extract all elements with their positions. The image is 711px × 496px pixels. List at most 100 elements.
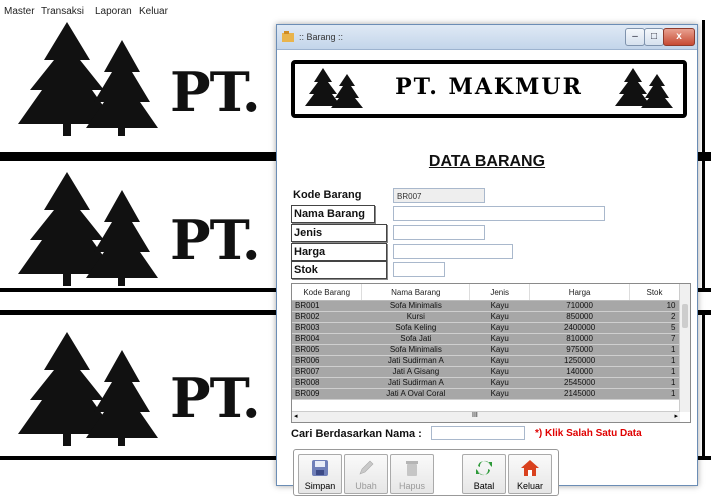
table-row[interactable]: BR007 Jati A Gisang Kayu 140000 1 (292, 366, 680, 378)
window-titlebar[interactable]: :: Barang :: – □ x (277, 25, 697, 50)
cell: Kayu (469, 355, 530, 367)
pencil-icon (359, 460, 374, 475)
jenis-label: Jenis (291, 224, 387, 242)
cell: BR003 (292, 322, 362, 334)
cell: BR006 (292, 355, 362, 367)
cell: 2145000 (529, 388, 630, 400)
search-label: Cari Berdasarkan Nama : (291, 428, 422, 440)
search-input[interactable] (431, 426, 525, 440)
batal-button[interactable]: Batal (462, 454, 506, 494)
menu-laporan[interactable]: Laporan (95, 6, 132, 17)
cell: Jati A Oval Coral (361, 388, 470, 400)
keluar-button[interactable]: Keluar (508, 454, 552, 494)
cell: BR004 (292, 333, 362, 345)
col-harga[interactable]: Harga (529, 284, 631, 301)
table-row[interactable]: BR001 Sofa Minimalis Kayu 710000 10 (292, 300, 680, 312)
hapus-label: Hapus (398, 481, 425, 491)
cell: Jati Sudirman A (361, 355, 470, 367)
nama-barang-field[interactable] (393, 206, 605, 221)
cell: Sofa Keling (361, 322, 470, 334)
table-row[interactable]: BR002 Kursi Kayu 850000 2 (292, 311, 680, 323)
maximize-button[interactable]: □ (644, 28, 664, 46)
banner-pt-text: PT. (170, 208, 261, 272)
scroll-thumb[interactable] (682, 304, 688, 328)
table-row[interactable]: BR004 Sofa Jati Kayu 810000 7 (292, 333, 680, 345)
close-button[interactable]: x (663, 28, 695, 46)
cell: 2 (629, 311, 680, 323)
cell: 1 (629, 388, 680, 400)
harga-field[interactable] (393, 244, 513, 259)
menu-master[interactable]: Master (4, 6, 35, 17)
table-row[interactable]: BR009 Jati A Oval Coral Kayu 2145000 1 (292, 388, 680, 400)
cell: Kayu (469, 311, 530, 323)
cell: Kayu (469, 344, 530, 356)
cell: BR009 (292, 388, 362, 400)
cell: BR001 (292, 300, 362, 312)
hapus-button[interactable]: Hapus (390, 454, 434, 494)
cell: 710000 (529, 300, 630, 312)
cell: Kayu (469, 377, 530, 389)
cell: Sofa Jati (361, 333, 470, 345)
cell: Kayu (469, 333, 530, 345)
cell: 2400000 (529, 322, 630, 334)
cell: 5 (629, 322, 680, 334)
action-button-group: Simpan Ubah Hapus Batal Keluar (293, 449, 559, 496)
cell: 2545000 (529, 377, 630, 389)
menu-transaksi[interactable]: Transaksi (41, 6, 84, 17)
col-stok[interactable]: Stok (629, 284, 680, 301)
cell: Kayu (469, 322, 530, 334)
scroll-left-icon[interactable]: ◂ (294, 412, 298, 420)
banner-pt-text: PT. (170, 60, 261, 124)
menu-keluar[interactable]: Keluar (139, 6, 168, 17)
col-nama-barang[interactable]: Nama Barang (361, 284, 471, 301)
col-jenis[interactable]: Jenis (469, 284, 531, 301)
ubah-button[interactable]: Ubah (344, 454, 388, 494)
ubah-label: Ubah (355, 481, 377, 491)
scroll-grip[interactable]: III (472, 412, 478, 419)
col-kode-barang[interactable]: Kode Barang (292, 284, 363, 301)
cell: Jati Sudirman A (361, 377, 470, 389)
nama-barang-label: Nama Barang (291, 205, 375, 223)
table-row[interactable]: BR005 Sofa Minimalis Kayu 975000 1 (292, 344, 680, 356)
home-icon (521, 460, 539, 476)
minimize-button[interactable]: – (625, 28, 645, 46)
hint-text: *) Klik Salah Satu Data (535, 428, 642, 439)
cell: 850000 (529, 311, 630, 323)
cell: Sofa Minimalis (361, 344, 470, 356)
cell: Kayu (469, 300, 530, 312)
data-table: Kode Barang Nama Barang Jenis Harga Stok… (292, 284, 680, 400)
page-title: DATA BARANG (428, 153, 546, 170)
company-logo: PT. MAKMUR (291, 60, 687, 118)
scroll-right-icon[interactable]: ▸ (674, 412, 678, 420)
window-client: PT. MAKMUR DATA BARANG Kode Barang BR007… (281, 50, 693, 496)
jenis-field[interactable] (393, 225, 485, 240)
cell: 1 (629, 366, 680, 378)
cell: BR002 (292, 311, 362, 323)
tree-logo-icon (18, 172, 158, 286)
table-row[interactable]: BR008 Jati Sudirman A Kayu 2545000 1 (292, 377, 680, 389)
cell: BR005 (292, 344, 362, 356)
data-grid[interactable]: Kode Barang Nama Barang Jenis Harga Stok… (291, 283, 691, 423)
simpan-button[interactable]: Simpan (298, 454, 342, 494)
cell: 1250000 (529, 355, 630, 367)
trash-icon (406, 461, 418, 476)
grid-horizontal-scrollbar[interactable]: ◂ III ▸ (292, 411, 680, 422)
main-menu-bar: Master Transaksi Laporan Keluar (0, 0, 711, 20)
cell: BR008 (292, 377, 362, 389)
save-icon (312, 460, 328, 476)
cell: BR007 (292, 366, 362, 378)
kode-barang-field[interactable]: BR007 (393, 188, 485, 203)
app-icon (282, 31, 294, 42)
table-row[interactable]: BR003 Sofa Keling Kayu 2400000 5 (292, 322, 680, 334)
banner-edge (702, 310, 705, 460)
table-row[interactable]: BR006 Jati Sudirman A Kayu 1250000 1 (292, 355, 680, 367)
stok-field[interactable] (393, 262, 445, 277)
batal-label: Batal (473, 481, 495, 491)
cell: 975000 (529, 344, 630, 356)
table-header-row: Kode Barang Nama Barang Jenis Harga Stok (292, 284, 680, 301)
simpan-label: Simpan (304, 481, 336, 491)
tree-logo-icon (18, 22, 158, 136)
cell: Kayu (469, 388, 530, 400)
grid-vertical-scrollbar[interactable] (679, 284, 690, 412)
banner-edge (702, 156, 705, 292)
